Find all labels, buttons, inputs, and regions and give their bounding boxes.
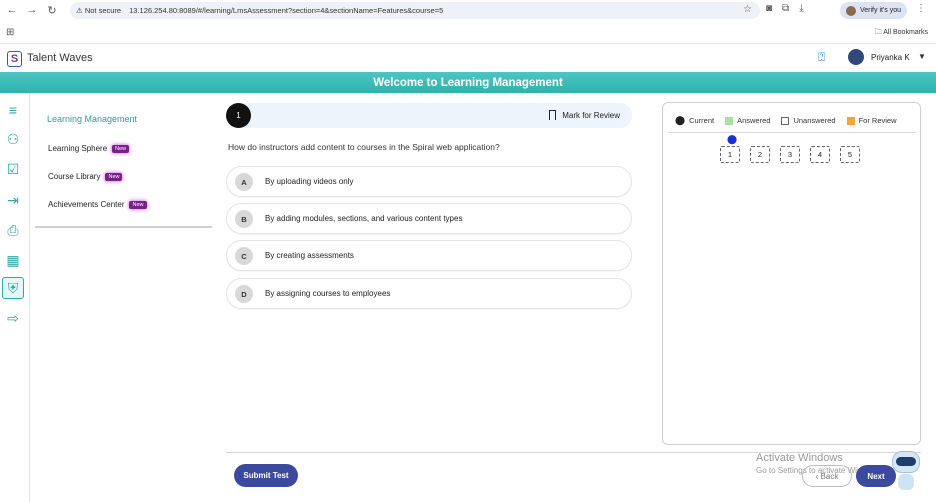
new-badge: New <box>129 200 147 209</box>
address-bar[interactable]: ⚠ Not secure 13.126.254.80:8089/#/learni… <box>70 2 760 19</box>
legend-label: Answered <box>737 116 771 125</box>
sidebar-item-learning-sphere[interactable]: Learning Sphere New <box>48 144 130 153</box>
bookmarks-bar: ⊞ 🗀 All Bookmarks <box>0 22 936 44</box>
legend-unanswered: Unanswered <box>781 115 836 126</box>
sidebar-item-course-library[interactable]: Course Library New <box>48 172 123 181</box>
new-badge: New <box>105 172 123 181</box>
transfer-icon[interactable]: ⇥ <box>2 189 24 211</box>
verify-button[interactable]: Verify it's you <box>840 2 908 19</box>
legend-for-review: For Review <box>846 115 897 126</box>
legend-label: Unanswered <box>793 116 836 125</box>
url-text: 13.126.254.80:8089/#/learning/LmsAssessm… <box>129 6 444 15</box>
welcome-banner: Welcome to Learning Management <box>0 72 936 93</box>
palette-question-1[interactable]: 1 <box>720 146 740 163</box>
legend-current: ⬤ Current <box>675 115 714 126</box>
robot-visor <box>896 457 916 466</box>
option-letter: A <box>235 173 253 191</box>
apps-grid-icon[interactable]: ⊞ <box>6 27 14 38</box>
new-badge: New <box>112 144 130 153</box>
verify-label: Verify it's you <box>860 7 902 14</box>
mark-for-review-button[interactable]: Mark for Review <box>549 110 620 120</box>
calendar-grid-icon[interactable]: ▦ <box>2 249 24 271</box>
palette-legend: ⬤ Current Answered Unanswered For Review <box>675 115 897 126</box>
reload-icon[interactable]: ↻ <box>42 4 62 17</box>
mark-review-label: Mark for Review <box>562 110 620 120</box>
current-location-pin-icon: ⬤ <box>727 134 738 144</box>
submit-test-button[interactable]: Submit Test <box>234 464 298 487</box>
palette-question-5[interactable]: 5 <box>840 146 860 163</box>
bookmark-star-icon[interactable]: ☆ <box>743 4 752 15</box>
download-icon[interactable]: ⤓ <box>799 3 803 14</box>
browser-toolbar: ← → ↻ ⚠ Not secure 13.126.254.80:8089/#/… <box>0 0 936 22</box>
option-a[interactable]: A By uploading videos only <box>226 166 632 197</box>
legend-answered: Answered <box>725 115 770 126</box>
palette-divider <box>668 132 916 133</box>
document-search-icon[interactable]: ⎙ <box>2 219 24 241</box>
unanswered-swatch <box>781 116 790 125</box>
banner-title: Welcome to Learning Management <box>373 76 563 89</box>
option-letter: C <box>235 247 253 265</box>
avatar[interactable] <box>848 49 864 65</box>
palette-question-4[interactable]: 4 <box>810 146 830 163</box>
camera-icon[interactable]: ◙ <box>766 3 772 14</box>
location-pin-icon: ⬤ <box>675 115 686 125</box>
side-menu-title: Learning Management <box>47 114 138 124</box>
logo-icon: S <box>7 51 22 67</box>
side-menu: Learning Management Learning Sphere New … <box>35 100 212 228</box>
question-text: How do instructors add content to course… <box>228 142 500 152</box>
calendar-check-icon[interactable]: ☑ <box>2 158 24 180</box>
icon-rail: ≡ ⚇ ☑ ⇥ ⎙ ▦ ⛨ ⇨ <box>0 93 30 502</box>
option-b[interactable]: B By adding modules, sections, and vario… <box>226 203 632 234</box>
question-palette: ⬤ Current Answered Unanswered For Review… <box>662 102 921 445</box>
question-header: 1 Mark for Review <box>226 103 632 128</box>
legend-label: For Review <box>858 116 897 125</box>
answered-swatch <box>725 116 734 125</box>
brand-name: Talent Waves <box>27 52 93 64</box>
palette-question-2[interactable]: 2 <box>750 146 770 163</box>
extensions-icon[interactable]: ⧉ <box>782 3 789 14</box>
robot-body <box>898 474 914 490</box>
sidebar-item-achievements-center[interactable]: Achievements Center New <box>48 200 147 209</box>
user-name[interactable]: Priyanka K <box>871 53 910 62</box>
question-number: 1 <box>226 103 251 128</box>
help-icon[interactable]: ⍰ <box>818 50 825 65</box>
hamburger-menu-icon[interactable]: ≡ <box>2 99 24 121</box>
option-text: By creating assessments <box>265 251 354 260</box>
not-secure-label[interactable]: ⚠ Not secure <box>76 6 121 15</box>
browser-menu-icon[interactable]: ⋮ <box>916 3 926 14</box>
learning-icon[interactable]: ⛨ <box>2 277 24 299</box>
bookmark-icon <box>549 110 557 120</box>
sidebar-item-label: Achievements Center <box>48 200 125 209</box>
option-letter: B <box>235 210 253 228</box>
chatbot-robot-icon[interactable] <box>890 449 924 493</box>
back-button[interactable]: ‹ Back <box>802 465 852 487</box>
team-icon[interactable]: ⚇ <box>2 128 24 150</box>
app-header: S Talent Waves ⍰ Priyanka K ▼ <box>0 45 936 72</box>
back-arrow-icon[interactable]: ← <box>2 4 22 16</box>
legend-label: Current <box>689 116 715 125</box>
option-c[interactable]: C By creating assessments <box>226 240 632 271</box>
watermark-line-1: Activate Windows <box>756 452 843 464</box>
option-text: By assigning courses to employees <box>265 289 391 298</box>
all-bookmarks-label: All Bookmarks <box>883 29 928 36</box>
all-bookmarks[interactable]: 🗀 All Bookmarks <box>875 28 928 39</box>
caret-down-icon[interactable]: ▼ <box>918 52 926 61</box>
option-d[interactable]: D By assigning courses to employees <box>226 278 632 309</box>
palette-question-3[interactable]: 3 <box>780 146 800 163</box>
not-secure-text: Not secure <box>84 6 122 15</box>
for-review-swatch <box>846 116 855 125</box>
logout-icon[interactable]: ⇨ <box>2 307 24 329</box>
back-label: Back <box>820 471 839 481</box>
profile-icon <box>846 5 856 16</box>
option-text: By uploading videos only <box>265 177 354 186</box>
option-text: By adding modules, sections, and various… <box>265 214 463 223</box>
sidebar-item-label: Course Library <box>48 172 101 181</box>
option-letter: D <box>235 285 253 303</box>
forward-arrow-icon[interactable]: → <box>22 4 42 16</box>
sidebar-item-label: Learning Sphere <box>48 144 108 153</box>
